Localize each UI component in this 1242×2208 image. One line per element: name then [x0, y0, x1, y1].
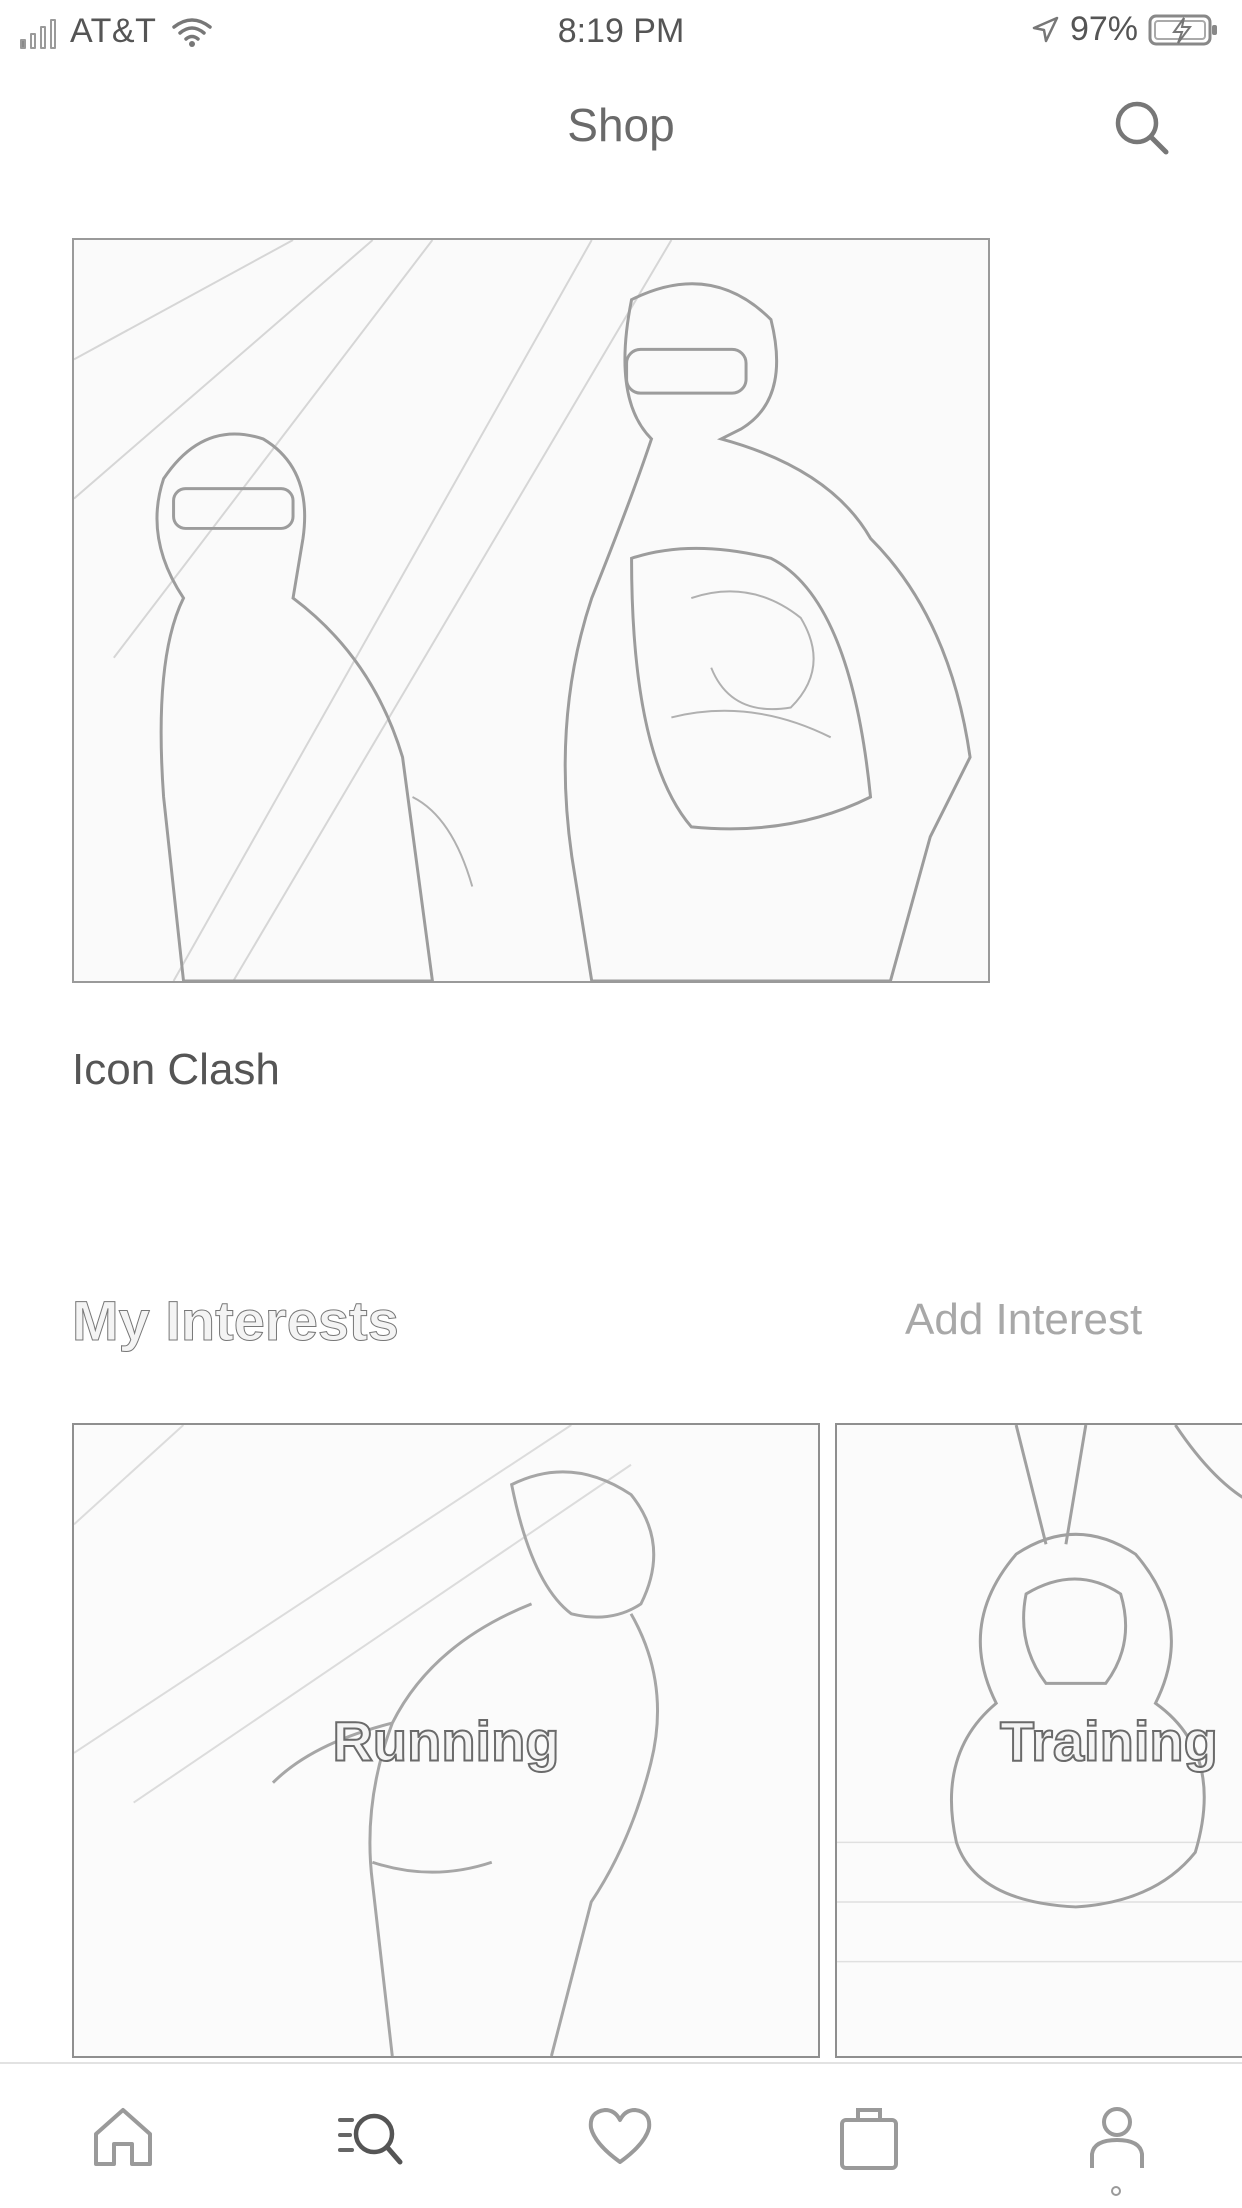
location-arrow-icon — [1032, 16, 1059, 42]
bag-icon — [840, 2108, 898, 2170]
add-interest-button[interactable]: Add Interest — [905, 1295, 1142, 1345]
tab-favorites[interactable] — [585, 2102, 655, 2172]
shop-screen: AT&T 8:19 PM 97% Shop Icon Clash My Inte… — [0, 0, 1242, 2208]
shop-search-icon — [338, 2113, 403, 2165]
battery-percentage: 97% — [1069, 10, 1138, 48]
home-icon — [94, 2108, 152, 2166]
interest-label-running: Running — [331, 1708, 560, 1773]
tab-home[interactable] — [88, 2102, 158, 2172]
feature-title[interactable]: Icon Clash — [72, 1045, 280, 1095]
feature-photo-sketch — [74, 240, 972, 981]
feature-image[interactable] — [72, 238, 990, 983]
search-icon — [1115, 101, 1169, 155]
tab-bar — [0, 2062, 1242, 2208]
page-title: Shop — [567, 99, 675, 151]
notification-dot — [1111, 2186, 1121, 2196]
tab-bag[interactable] — [834, 2102, 904, 2172]
interest-label-training: Training — [999, 1708, 1219, 1773]
interest-card-running[interactable]: Running — [72, 1423, 820, 2058]
status-right: 97% — [1030, 10, 1220, 49]
heart-icon — [588, 2108, 652, 2164]
tab-shop[interactable] — [336, 2102, 406, 2172]
status-bar: AT&T 8:19 PM 97% — [0, 0, 1242, 62]
tab-profile[interactable] — [1082, 2102, 1152, 2172]
profile-icon — [1090, 2107, 1144, 2168]
search-button[interactable] — [1110, 96, 1174, 160]
battery-charging-icon — [1148, 14, 1217, 45]
interest-card-training[interactable]: Training — [835, 1423, 1242, 2058]
section-heading-interests: My Interests — [72, 1289, 400, 1353]
